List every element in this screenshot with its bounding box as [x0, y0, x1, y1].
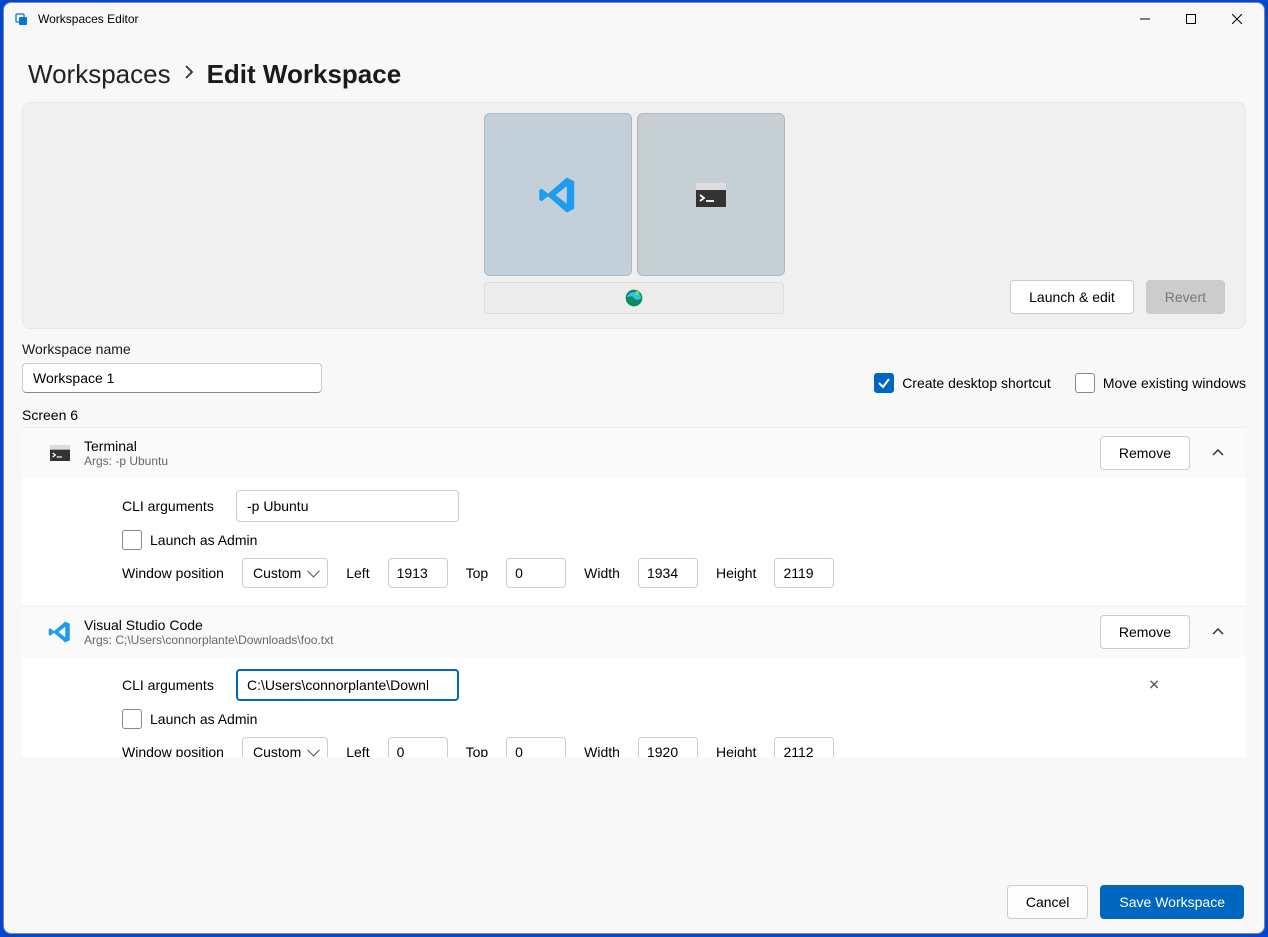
cli-input[interactable] — [236, 669, 459, 701]
app-row-terminal[interactable]: Terminal Args: -p Ubuntu Remove — [22, 427, 1246, 478]
launch-admin-checkbox[interactable]: Launch as Admin — [122, 530, 257, 550]
terminal-icon — [696, 183, 726, 207]
launch-admin-label: Launch as Admin — [150, 711, 257, 727]
launch-edit-button[interactable]: Launch & edit — [1010, 280, 1134, 314]
checkbox-unchecked-icon — [122, 530, 142, 550]
terminal-icon — [36, 445, 84, 461]
app-window: Workspaces Editor Workspaces Edit Worksp… — [3, 2, 1265, 934]
workspace-name-label: Workspace name — [22, 341, 322, 357]
position-combo[interactable]: Custom — [242, 558, 328, 588]
top-input[interactable] — [506, 558, 566, 588]
workspace-name-input[interactable] — [22, 363, 322, 393]
height-label: Height — [716, 744, 756, 757]
window-title: Workspaces Editor — [38, 12, 1122, 26]
left-label: Left — [346, 565, 369, 581]
app-name: Terminal — [84, 438, 1100, 454]
top-label: Top — [466, 744, 489, 757]
breadcrumb: Workspaces Edit Workspace — [4, 35, 1264, 102]
minimize-button[interactable] — [1122, 3, 1168, 35]
cli-label: CLI arguments — [122, 677, 224, 693]
create-shortcut-checkbox[interactable]: Create desktop shortcut — [874, 373, 1051, 393]
width-input[interactable] — [638, 558, 698, 588]
save-workspace-button[interactable]: Save Workspace — [1100, 885, 1244, 919]
width-label: Width — [584, 744, 620, 757]
cancel-button[interactable]: Cancel — [1007, 885, 1089, 919]
window-position-label: Window position — [122, 565, 224, 581]
checkbox-unchecked-icon — [122, 709, 142, 729]
width-input[interactable] — [638, 737, 698, 757]
top-input[interactable] — [506, 737, 566, 757]
remove-button[interactable]: Remove — [1100, 436, 1190, 470]
title-bar: Workspaces Editor — [4, 3, 1264, 35]
vscode-icon — [538, 175, 578, 215]
launch-admin-checkbox[interactable]: Launch as Admin — [122, 709, 257, 729]
page-title: Edit Workspace — [207, 59, 402, 90]
remove-button[interactable]: Remove — [1100, 615, 1190, 649]
content-area: Launch & edit Revert Workspace name Crea… — [4, 102, 1264, 871]
app-row-vscode[interactable]: Visual Studio Code Args: C;\Users\connor… — [22, 606, 1246, 657]
app-subtitle: Args: C;\Users\connorplante\Downloads\fo… — [84, 633, 1100, 647]
app-subtitle: Args: -p Ubuntu — [84, 454, 1100, 468]
chevron-right-icon — [183, 65, 195, 84]
height-input[interactable] — [774, 558, 834, 588]
app-icon — [14, 11, 30, 27]
cli-label: CLI arguments — [122, 498, 224, 514]
app-body-vscode: CLI arguments ✕ Launch as Admin Window p… — [22, 657, 1246, 757]
preview-taskbar — [484, 282, 784, 314]
bottom-bar: Cancel Save Workspace — [4, 871, 1264, 933]
breadcrumb-root[interactable]: Workspaces — [28, 59, 171, 90]
create-shortcut-label: Create desktop shortcut — [902, 375, 1051, 391]
preview-tile-vscode[interactable] — [484, 113, 632, 276]
layout-preview: Launch & edit Revert — [22, 102, 1246, 329]
checkbox-checked-icon — [874, 373, 894, 393]
height-input[interactable] — [774, 737, 834, 757]
checkbox-unchecked-icon — [1075, 373, 1095, 393]
edge-icon — [624, 288, 644, 308]
cli-input[interactable] — [236, 490, 459, 522]
left-label: Left — [346, 744, 369, 757]
move-existing-checkbox[interactable]: Move existing windows — [1075, 373, 1246, 393]
close-button[interactable] — [1214, 3, 1260, 35]
maximize-button[interactable] — [1168, 3, 1214, 35]
window-position-label: Window position — [122, 744, 224, 757]
left-input[interactable] — [388, 558, 448, 588]
app-body-terminal: CLI arguments Launch as Admin Window pos… — [22, 478, 1246, 606]
revert-button: Revert — [1146, 280, 1225, 314]
move-existing-label: Move existing windows — [1103, 375, 1246, 391]
clear-icon[interactable]: ✕ — [1148, 677, 1160, 694]
left-input[interactable] — [388, 737, 448, 757]
width-label: Width — [584, 565, 620, 581]
chevron-up-icon[interactable] — [1204, 439, 1232, 467]
launch-admin-label: Launch as Admin — [150, 532, 257, 548]
position-combo[interactable]: Custom — [242, 737, 328, 757]
screen-section-title: Screen 6 — [22, 407, 1246, 423]
height-label: Height — [716, 565, 756, 581]
chevron-up-icon[interactable] — [1204, 618, 1232, 646]
preview-tile-terminal[interactable] — [637, 113, 785, 276]
app-name: Visual Studio Code — [84, 617, 1100, 633]
vscode-icon — [36, 620, 84, 644]
apps-list: Terminal Args: -p Ubuntu Remove CLI argu… — [22, 427, 1246, 757]
top-label: Top — [466, 565, 489, 581]
